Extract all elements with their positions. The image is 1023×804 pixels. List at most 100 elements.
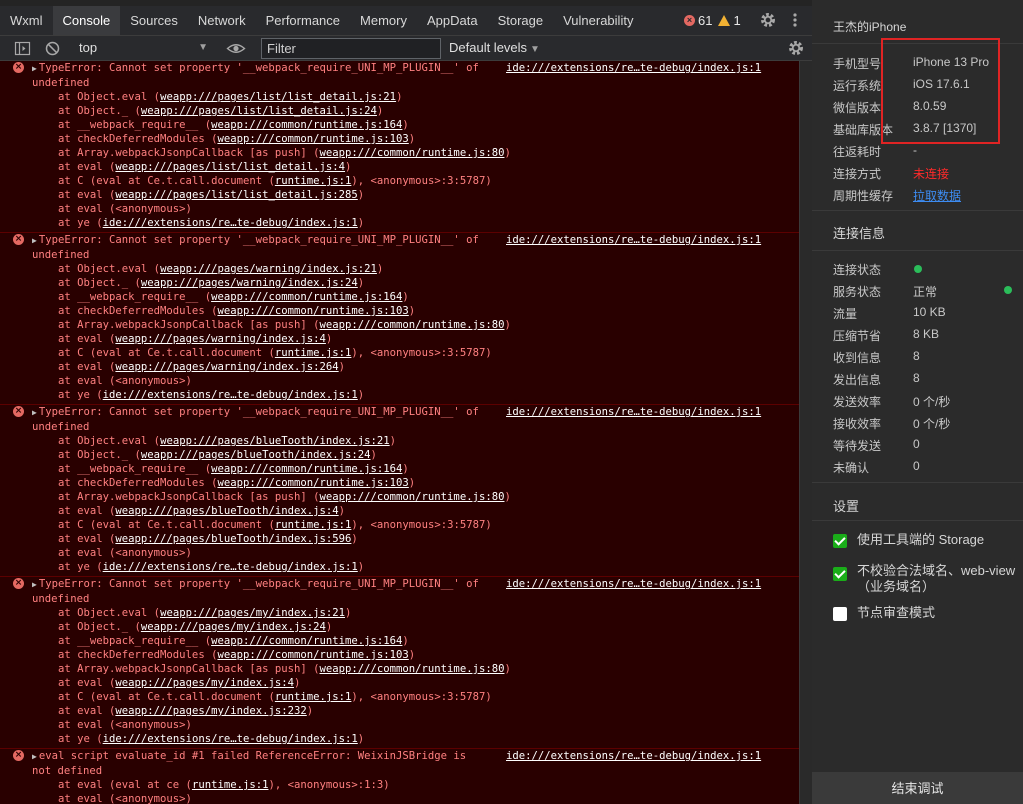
- device-name: 王杰的iPhone: [833, 20, 907, 34]
- info-value: 10 KB: [913, 305, 946, 319]
- stack-frame-text: at eval (<anonymous>): [58, 719, 192, 731]
- stack-frame-link[interactable]: weapp:///common/runtime.js:80: [320, 663, 505, 675]
- source-link[interactable]: ide:///extensions/re…te-debug/index.js:1: [506, 61, 761, 75]
- stack-frame-text: ): [408, 133, 416, 145]
- stack-frame-link[interactable]: weapp:///pages/list/list_detail.js:24: [141, 105, 377, 117]
- stack-frame-link[interactable]: weapp:///common/runtime.js:164: [211, 463, 402, 475]
- stack-frame-link[interactable]: weapp:///pages/blueTooth/index.js:21: [160, 435, 390, 447]
- stack-frame-link[interactable]: runtime.js:1: [275, 347, 352, 359]
- checkbox[interactable]: [833, 534, 847, 548]
- expand-triangle-icon[interactable]: ▶: [32, 752, 37, 761]
- end-debug-button[interactable]: 结束调试: [812, 772, 1023, 804]
- stack-frame: at Array.webpackJsonpCallback [as push] …: [32, 662, 799, 676]
- pull-data-link[interactable]: 拉取数据: [913, 187, 961, 204]
- source-link[interactable]: ide:///extensions/re…te-debug/index.js:1: [506, 749, 761, 763]
- console-error-entry[interactable]: × ▶ TypeError: Cannot set property '__webp…: [0, 61, 799, 233]
- stack-frame-link[interactable]: weapp:///common/runtime.js:103: [217, 477, 408, 489]
- stack-frame-link[interactable]: runtime.js:1: [275, 175, 352, 187]
- stack-frame-link[interactable]: weapp:///common/runtime.js:80: [320, 319, 505, 331]
- connection-info-row: 发出信息 8: [833, 371, 1013, 389]
- settings-gear-icon[interactable]: [759, 10, 777, 30]
- stack-frame-text: ): [357, 277, 365, 289]
- stack-frame-link[interactable]: weapp:///pages/warning/index.js:4: [115, 333, 325, 345]
- panel-scrollbar[interactable]: [799, 61, 812, 804]
- expand-triangle-icon[interactable]: ▶: [32, 236, 37, 245]
- source-link[interactable]: ide:///extensions/re…te-debug/index.js:1: [506, 233, 761, 247]
- divider: [812, 482, 1023, 483]
- stack-frame-text: at checkDeferredModules (: [58, 649, 218, 661]
- stack-frame: at eval (<anonymous>): [32, 718, 799, 732]
- tab-vulnerability[interactable]: Vulnerability: [553, 6, 643, 35]
- stack-frame: at Array.webpackJsonpCallback [as push] …: [32, 318, 799, 332]
- tab-performance[interactable]: Performance: [256, 6, 350, 35]
- tab-network[interactable]: Network: [188, 6, 256, 35]
- stack-frame-link[interactable]: weapp:///pages/warning/index.js:21: [160, 263, 377, 275]
- tab-wxml[interactable]: Wxml: [0, 6, 53, 35]
- stack-frame-text: at ye (: [58, 217, 103, 229]
- expand-triangle-icon[interactable]: ▶: [32, 64, 37, 73]
- more-options-icon[interactable]: [789, 10, 801, 30]
- console-error-entry[interactable]: × ▶ TypeError: Cannot set property '__webp…: [0, 577, 799, 749]
- stack-frame-text: ): [402, 463, 409, 475]
- chevron-down-icon: ▼: [198, 42, 208, 53]
- tab-memory[interactable]: Memory: [350, 6, 417, 35]
- info-key: 运行系统: [833, 79, 882, 93]
- clear-console-icon[interactable]: [44, 40, 61, 57]
- expand-triangle-icon[interactable]: ▶: [32, 580, 37, 589]
- checkbox[interactable]: [833, 567, 847, 581]
- stack-frame-link[interactable]: weapp:///pages/blueTooth/index.js:24: [141, 449, 371, 461]
- stack-frame-link[interactable]: weapp:///common/runtime.js:80: [320, 147, 505, 159]
- tab-storage[interactable]: Storage: [488, 6, 554, 35]
- stack-frame-link[interactable]: runtime.js:1: [275, 691, 352, 703]
- stack-frame-link[interactable]: weapp:///pages/list/list_detail.js:285: [115, 189, 357, 201]
- stack-frame-link[interactable]: weapp:///pages/my/index.js:232: [115, 705, 306, 717]
- stack-frame-link[interactable]: weapp:///pages/list/list_detail.js:21: [160, 91, 396, 103]
- error-icon: ×: [13, 750, 24, 761]
- stack-frame-link[interactable]: weapp:///common/runtime.js:103: [217, 649, 408, 661]
- stack-frame-link[interactable]: weapp:///pages/my/index.js:4: [115, 677, 294, 689]
- connection-info-row: 等待发送 0: [833, 437, 1013, 455]
- source-link[interactable]: ide:///extensions/re…te-debug/index.js:1: [506, 405, 761, 419]
- connection-info-row: 连接状态: [833, 261, 1013, 279]
- stack-frame-text: at C (eval at Ce.t.call.document (: [58, 691, 275, 703]
- stack-frame-link[interactable]: weapp:///common/runtime.js:80: [320, 491, 505, 503]
- eye-icon[interactable]: [226, 40, 246, 57]
- stack-frame-text: ): [338, 361, 346, 373]
- stack-frame-link[interactable]: weapp:///common/runtime.js:164: [211, 635, 402, 647]
- checkbox[interactable]: [833, 607, 847, 621]
- stack-frame-link[interactable]: ide:///extensions/re…te-debug/index.js:1: [103, 389, 358, 401]
- stack-frame-link[interactable]: weapp:///pages/my/index.js:21: [160, 607, 345, 619]
- stack-frame-link[interactable]: runtime.js:1: [275, 519, 352, 531]
- stack-frame-link[interactable]: weapp:///pages/blueTooth/index.js:4: [115, 505, 338, 517]
- tab-appdata[interactable]: AppData: [417, 6, 488, 35]
- stack-frame-link[interactable]: weapp:///common/runtime.js:103: [217, 305, 408, 317]
- stack-frame-link[interactable]: weapp:///common/runtime.js:164: [211, 119, 402, 131]
- stack-frame-link[interactable]: weapp:///pages/warning/index.js:264: [115, 361, 338, 373]
- expand-triangle-icon[interactable]: ▶: [32, 408, 37, 417]
- stack-frame-link[interactable]: weapp:///pages/list/list_detail.js:4: [115, 161, 345, 173]
- stack-frame-link[interactable]: ide:///extensions/re…te-debug/index.js:1: [103, 733, 358, 745]
- tab-console[interactable]: Console: [52, 6, 121, 35]
- sidebar-toggle-icon[interactable]: [14, 40, 31, 57]
- log-levels-dropdown[interactable]: Default levels ▼: [449, 38, 540, 58]
- stack-frame-link[interactable]: weapp:///common/runtime.js:164: [211, 291, 402, 303]
- stack-frame-link[interactable]: weapp:///pages/blueTooth/index.js:596: [115, 533, 351, 545]
- issue-counter[interactable]: × 61 1: [684, 6, 741, 35]
- console-settings-gear-icon[interactable]: [787, 39, 805, 57]
- stack-frame-link[interactable]: weapp:///pages/warning/index.js:24: [141, 277, 358, 289]
- filter-input[interactable]: [261, 38, 441, 59]
- stack-frame-link[interactable]: weapp:///common/runtime.js:103: [217, 133, 408, 145]
- stack-frame-link[interactable]: weapp:///pages/my/index.js:24: [141, 621, 326, 633]
- stack-frame-link[interactable]: runtime.js:1: [192, 779, 269, 791]
- console-error-entry[interactable]: × ▶ eval script evaluate_id #1 failed Refe…: [0, 749, 799, 804]
- console-error-entry[interactable]: × ▶ TypeError: Cannot set property '__webp…: [0, 233, 799, 405]
- info-value: 8: [913, 371, 920, 385]
- context-select[interactable]: top ▼: [74, 38, 214, 58]
- stack-frame-link[interactable]: ide:///extensions/re…te-debug/index.js:1: [103, 217, 358, 229]
- console-output[interactable]: × ▶ TypeError: Cannot set property '__webp…: [0, 61, 799, 804]
- source-link[interactable]: ide:///extensions/re…te-debug/index.js:1: [506, 577, 761, 591]
- stack-frame-link[interactable]: ide:///extensions/re…te-debug/index.js:1: [103, 561, 358, 573]
- tab-sources[interactable]: Sources: [120, 6, 188, 35]
- stack-frame-text: at Object._ (: [58, 105, 141, 117]
- console-error-entry[interactable]: × ▶ TypeError: Cannot set property '__webp…: [0, 405, 799, 577]
